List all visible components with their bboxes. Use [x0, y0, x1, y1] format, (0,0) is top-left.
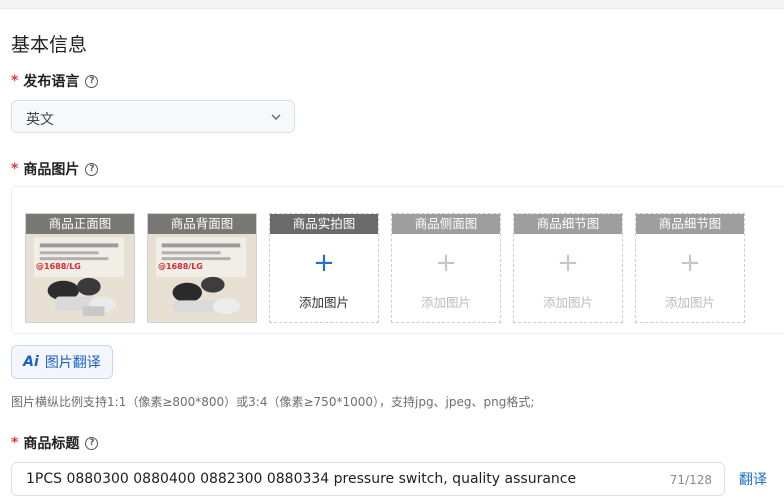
top-strip	[0, 0, 784, 9]
language-label-text: 发布语言	[23, 74, 80, 90]
image-slot-back[interactable]: @1688/LG 商品背面图	[147, 213, 257, 323]
images-label: * 商品图片 ?	[11, 159, 99, 179]
image-upload-panel: @1688/LG 商品正面图 @1688/LG 商品背面图 商品实拍图 + 添加…	[11, 186, 784, 334]
required-mark: *	[11, 161, 19, 177]
image-slot-caption: 商品侧面图	[392, 214, 500, 234]
image-slot-detail-1[interactable]: 商品细节图 + 添加图片	[513, 213, 623, 323]
title-label-text: 商品标题	[23, 436, 80, 452]
plus-icon: +	[435, 248, 457, 278]
language-select[interactable]: 英文	[11, 100, 295, 133]
image-slot-caption: 商品细节图	[514, 214, 622, 234]
images-label-text: 商品图片	[23, 162, 80, 178]
add-image-label: 添加图片	[298, 295, 349, 310]
image-translate-label: 图片翻译	[44, 355, 101, 371]
add-image-label: 添加图片	[664, 295, 715, 310]
add-image-label: 添加图片	[542, 295, 593, 310]
question-circle-icon[interactable]: ?	[85, 436, 99, 450]
image-slot-caption: 商品细节图	[636, 214, 744, 234]
image-slot-caption: 商品背面图	[148, 214, 256, 234]
product-title-value: 1PCS 0880300 0880400 0882300 0880334 pre…	[26, 471, 577, 487]
title-char-counter: 71/128	[669, 473, 712, 487]
image-translate-button[interactable]: Ai 图片翻译	[11, 345, 113, 379]
chevron-down-icon	[271, 114, 281, 120]
image-slot-real-shot[interactable]: 商品实拍图 + 添加图片	[269, 213, 379, 323]
product-title-input[interactable]: 1PCS 0880300 0880400 0882300 0880334 pre…	[11, 462, 725, 496]
language-label: * 发布语言 ?	[11, 71, 99, 91]
plus-icon: +	[679, 248, 701, 278]
language-select-value: 英文	[26, 112, 54, 128]
image-slot-detail-2[interactable]: 商品细节图 + 添加图片	[635, 213, 745, 323]
add-image-label: 添加图片	[420, 295, 471, 310]
ai-icon: Ai	[23, 354, 39, 370]
required-mark: *	[11, 435, 19, 451]
plus-icon: +	[557, 248, 579, 278]
question-circle-icon[interactable]: ?	[85, 162, 99, 176]
translate-link[interactable]: 翻译	[739, 469, 767, 489]
image-slot-caption: 商品正面图	[26, 214, 134, 234]
required-mark: *	[11, 73, 19, 89]
photo-stamp: @1688/LG	[158, 262, 203, 271]
plus-icon: +	[313, 248, 335, 278]
photo-stamp: @1688/LG	[36, 262, 81, 271]
image-slot-front[interactable]: @1688/LG 商品正面图	[25, 213, 135, 323]
image-slot-side[interactable]: 商品侧面图 + 添加图片	[391, 213, 501, 323]
image-format-hint: 图片横纵比例支持1:1（像素≥800*800）或3:4（像素≥750*1000）…	[11, 395, 535, 409]
section-title: 基本信息	[11, 34, 88, 56]
title-label: * 商品标题 ?	[11, 433, 99, 453]
image-slot-caption: 商品实拍图	[270, 214, 378, 234]
question-circle-icon[interactable]: ?	[85, 74, 99, 88]
